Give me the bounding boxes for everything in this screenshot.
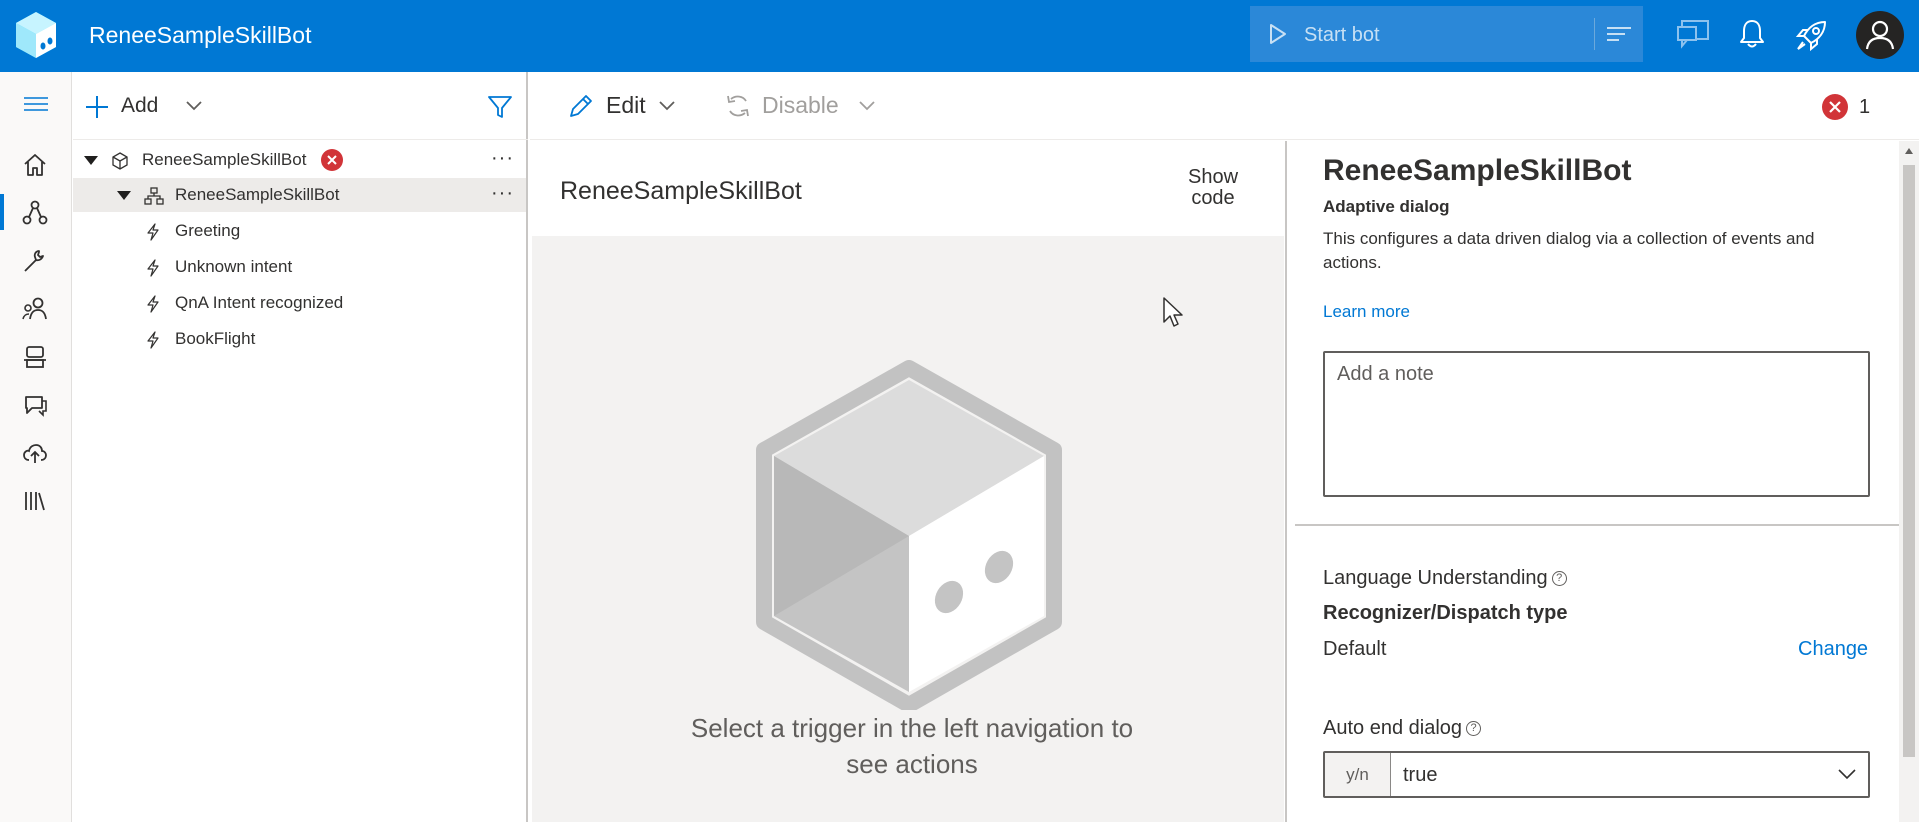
notifications-bell-icon[interactable] (1738, 18, 1766, 50)
tree-item-label: QnA Intent recognized (175, 293, 344, 312)
empty-state-message: Select a trigger in the left navigation … (690, 713, 1134, 779)
empty-state-cube-icon (756, 360, 1062, 710)
play-icon (1270, 24, 1286, 44)
tree-item-dialog[interactable]: ReneeSampleSkillBot ··· (73, 178, 526, 212)
lightning-icon (147, 295, 159, 313)
auto-end-dialog-value: true (1403, 764, 1438, 786)
refresh-icon (727, 95, 749, 117)
tree-item-label: ReneeSampleSkillBot (142, 150, 307, 169)
top-header: ReneeSampleSkillBot Start bot (0, 0, 1919, 72)
tree-item-label: BookFlight (175, 329, 256, 348)
show-code-button[interactable]: Show code (1178, 167, 1248, 209)
caret-down-icon[interactable] (83, 155, 99, 167)
chat-bubbles-icon (25, 396, 47, 417)
canvas-title: ReneeSampleSkillBot (560, 177, 802, 205)
auto-end-dialog-label: Auto end dialog? (1323, 717, 1482, 740)
pencil-icon (570, 95, 592, 117)
nav-library[interactable] (0, 478, 72, 522)
disable-label: Disable (762, 92, 839, 118)
tree-item-trigger[interactable]: Greeting (73, 214, 526, 248)
help-icon[interactable]: ? (1551, 571, 1567, 586)
wrench-icon (24, 250, 44, 272)
tree-item-label: Greeting (175, 221, 241, 240)
lightning-icon (147, 331, 159, 349)
tree-item-bot-root[interactable]: ReneeSampleSkillBot ··· (73, 143, 526, 177)
tree-item-trigger[interactable]: BookFlight (73, 322, 526, 356)
hamburger-icon (24, 97, 48, 111)
users-icon (22, 297, 47, 320)
language-understanding-label: Language Understanding? (1323, 567, 1567, 590)
cloud-upload-icon (23, 444, 47, 463)
error-icon (1822, 94, 1848, 120)
left-nav-rail (0, 72, 72, 822)
bot-cube-icon (112, 152, 128, 170)
nav-bot-responses[interactable] (0, 334, 72, 378)
start-bot-label: Start bot (1304, 24, 1380, 46)
chevron-down-icon (659, 101, 675, 111)
type-indicator: y/n (1325, 753, 1391, 796)
add-button-label: Add (121, 94, 159, 117)
properties-panel: ReneeSampleSkillBot Adaptive dialog This… (1285, 141, 1901, 822)
recognizer-type-value: Default (1323, 638, 1387, 660)
chevron-down-icon (186, 101, 202, 111)
filter-icon[interactable] (487, 94, 513, 120)
start-bot-button[interactable]: Start bot (1250, 6, 1643, 62)
chevron-down-icon (859, 101, 875, 111)
scrollbar-thumb[interactable] (1903, 165, 1915, 757)
tree-item-label: ReneeSampleSkillBot (175, 185, 340, 204)
lightning-icon (147, 259, 159, 277)
plus-icon (86, 96, 108, 118)
design-flow-icon (22, 200, 48, 225)
nav-publish[interactable] (0, 430, 72, 474)
error-count: 1 (1859, 96, 1871, 118)
properties-scrollbar[interactable] (1899, 141, 1919, 822)
auto-end-dialog-select[interactable]: y/n true (1323, 751, 1870, 798)
composer-logo-icon (16, 12, 56, 58)
recognizer-type-label: Recognizer/Dispatch type (1323, 602, 1568, 624)
nav-home[interactable] (0, 142, 72, 186)
publish-rocket-icon[interactable] (1795, 18, 1829, 52)
caret-down-icon[interactable] (116, 190, 132, 202)
more-options-icon[interactable]: ··· (491, 147, 514, 170)
properties-description: This configures a data driven dialog via… (1323, 229, 1815, 272)
section-divider (1295, 524, 1901, 526)
chevron-down-icon (1838, 769, 1856, 780)
web-chat-icon[interactable] (1676, 18, 1710, 50)
start-bot-separator (1594, 18, 1595, 50)
library-icon (25, 492, 45, 511)
nav-menu-toggle[interactable] (0, 82, 72, 126)
tree-item-label: Unknown intent (175, 257, 293, 276)
nav-configure[interactable] (0, 238, 72, 282)
person-icon (1865, 20, 1895, 50)
tree-item-trigger[interactable]: QnA Intent recognized (73, 286, 526, 320)
dialog-hierarchy-icon (144, 187, 164, 205)
lightning-icon (147, 223, 159, 241)
command-bar: Edit Disable 1 (530, 72, 1919, 140)
tree-item-trigger[interactable]: Unknown intent (73, 250, 526, 284)
learn-more-link[interactable]: Learn more (1323, 302, 1410, 322)
tree-toolbar: Add (73, 72, 528, 140)
properties-subtitle: Adaptive dialog (1323, 197, 1450, 216)
help-icon[interactable]: ? (1466, 721, 1482, 736)
more-options-icon[interactable]: ··· (491, 182, 514, 205)
note-textarea[interactable] (1323, 351, 1870, 497)
canvas-header: ReneeSampleSkillBot Show code (532, 141, 1284, 236)
project-tree-panel: Add ReneeSampleSkillBot ··· ReneeSampleS… (73, 72, 528, 822)
edit-label: Edit (606, 92, 646, 118)
app-title: ReneeSampleSkillBot (89, 22, 312, 48)
change-recognizer-link[interactable]: Change (1798, 638, 1868, 661)
nav-users[interactable] (0, 286, 72, 330)
bot-menu-icon[interactable] (1606, 24, 1632, 44)
nav-design[interactable] (0, 190, 72, 234)
scroll-up-icon[interactable] (1904, 147, 1914, 155)
nav-knowledge[interactable] (0, 382, 72, 426)
properties-title: ReneeSampleSkillBot (1323, 154, 1632, 187)
bot-responses-icon (24, 346, 46, 368)
mouse-cursor-icon (1163, 297, 1183, 327)
user-avatar[interactable] (1856, 11, 1904, 59)
home-icon (24, 154, 46, 176)
error-badge-icon (321, 149, 343, 171)
